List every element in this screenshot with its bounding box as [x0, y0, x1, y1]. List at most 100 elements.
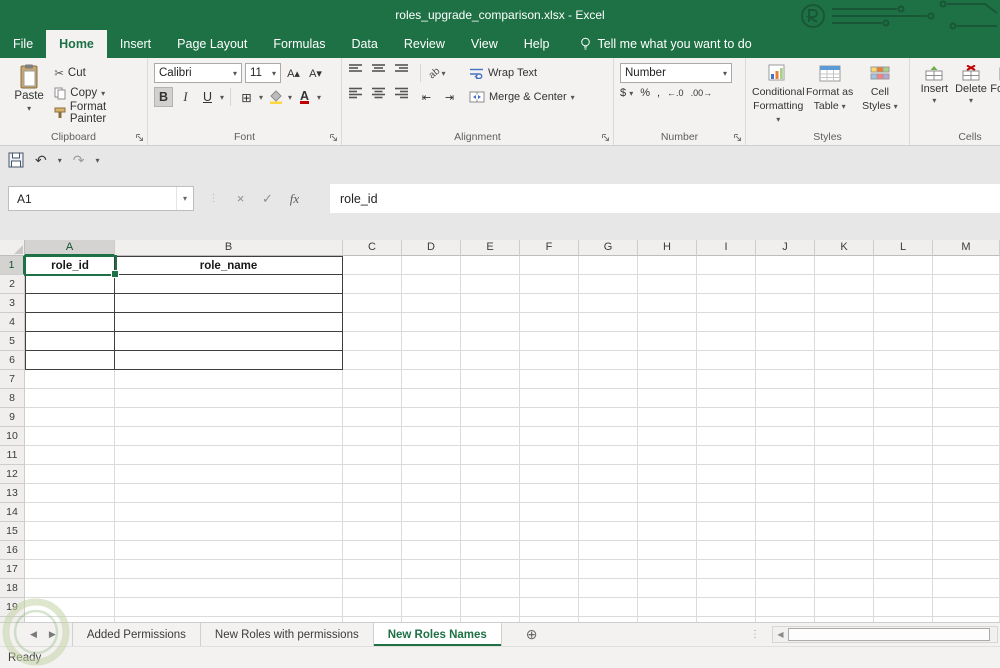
- cell-M18[interactable]: [933, 579, 1000, 598]
- cell-M4[interactable]: [933, 313, 1000, 332]
- cell-D2[interactable]: [402, 275, 461, 294]
- cell-E3[interactable]: [461, 294, 520, 313]
- tab-file[interactable]: File: [0, 30, 46, 58]
- cell-D6[interactable]: [402, 351, 461, 370]
- cell-D3[interactable]: [402, 294, 461, 313]
- cell-E10[interactable]: [461, 427, 520, 446]
- tab-data[interactable]: Data: [338, 30, 390, 58]
- decrease-font-size-button[interactable]: A▾: [306, 63, 325, 83]
- cell-M19[interactable]: [933, 598, 1000, 617]
- column-header-E[interactable]: E: [461, 240, 520, 256]
- tab-review[interactable]: Review: [391, 30, 458, 58]
- row-header-7[interactable]: 7: [0, 370, 25, 389]
- cell-H7[interactable]: [638, 370, 697, 389]
- cell-E12[interactable]: [461, 465, 520, 484]
- cell-K8[interactable]: [815, 389, 874, 408]
- cell-D16[interactable]: [402, 541, 461, 560]
- cell-I5[interactable]: [697, 332, 756, 351]
- cut-button[interactable]: ✂ Cut: [54, 63, 143, 83]
- cell-F14[interactable]: [520, 503, 579, 522]
- cell-B15[interactable]: [115, 522, 343, 541]
- cell-I15[interactable]: [697, 522, 756, 541]
- cell-I7[interactable]: [697, 370, 756, 389]
- cell-A12[interactable]: [25, 465, 115, 484]
- cell-J17[interactable]: [756, 560, 815, 579]
- cell-C1[interactable]: [343, 256, 402, 275]
- cell-F15[interactable]: [520, 522, 579, 541]
- cell-J16[interactable]: [756, 541, 815, 560]
- select-all-corner[interactable]: [0, 240, 25, 256]
- cell-C13[interactable]: [343, 484, 402, 503]
- tab-view[interactable]: View: [458, 30, 511, 58]
- cell-H18[interactable]: [638, 579, 697, 598]
- cell-K5[interactable]: [815, 332, 874, 351]
- cell-J9[interactable]: [756, 408, 815, 427]
- row-header-16[interactable]: 16: [0, 541, 25, 560]
- cell-H17[interactable]: [638, 560, 697, 579]
- cell-J2[interactable]: [756, 275, 815, 294]
- copy-button[interactable]: Copy ▾: [54, 83, 143, 103]
- cell-D15[interactable]: [402, 522, 461, 541]
- cell-K17[interactable]: [815, 560, 874, 579]
- cell-E2[interactable]: [461, 275, 520, 294]
- cell-B17[interactable]: [115, 560, 343, 579]
- sheet-tab-new-roles-names[interactable]: New Roles Names: [373, 623, 502, 646]
- cell-B13[interactable]: [115, 484, 343, 503]
- wrap-text-button[interactable]: Wrap Text: [469, 67, 537, 79]
- cell-C10[interactable]: [343, 427, 402, 446]
- cell-G10[interactable]: [579, 427, 638, 446]
- cell-G19[interactable]: [579, 598, 638, 617]
- cell-E18[interactable]: [461, 579, 520, 598]
- accounting-format-button[interactable]: $ ▾: [620, 87, 633, 99]
- align-middle-icon[interactable]: [371, 63, 390, 83]
- cell-A17[interactable]: [25, 560, 115, 579]
- cell-H6[interactable]: [638, 351, 697, 370]
- cell-M5[interactable]: [933, 332, 1000, 351]
- cell-I14[interactable]: [697, 503, 756, 522]
- cell-M12[interactable]: [933, 465, 1000, 484]
- cell-B12[interactable]: [115, 465, 343, 484]
- cell-A4[interactable]: [25, 313, 115, 332]
- increase-indent-button[interactable]: ⇥: [440, 87, 459, 107]
- cell-I17[interactable]: [697, 560, 756, 579]
- fill-color-dropdown-icon[interactable]: ▾: [288, 93, 292, 102]
- delete-cells-button[interactable]: Delete ▾: [953, 63, 990, 105]
- cell-G6[interactable]: [579, 351, 638, 370]
- confirm-entry-icon[interactable]: ✓: [254, 191, 281, 207]
- decrease-indent-button[interactable]: ⇤: [417, 87, 436, 107]
- cell-B6[interactable]: [115, 351, 343, 370]
- cell-J6[interactable]: [756, 351, 815, 370]
- cell-C16[interactable]: [343, 541, 402, 560]
- cell-L1[interactable]: [874, 256, 933, 275]
- row-header-13[interactable]: 13: [0, 484, 25, 503]
- cell-H11[interactable]: [638, 446, 697, 465]
- cell-G2[interactable]: [579, 275, 638, 294]
- column-header-H[interactable]: H: [638, 240, 697, 256]
- column-header-D[interactable]: D: [402, 240, 461, 256]
- cell-H12[interactable]: [638, 465, 697, 484]
- cell-M16[interactable]: [933, 541, 1000, 560]
- cell-M13[interactable]: [933, 484, 1000, 503]
- cell-A9[interactable]: [25, 408, 115, 427]
- cell-E8[interactable]: [461, 389, 520, 408]
- column-header-K[interactable]: K: [815, 240, 874, 256]
- cell-C17[interactable]: [343, 560, 402, 579]
- cell-A5[interactable]: [25, 332, 115, 351]
- percent-style-button[interactable]: %: [640, 87, 650, 99]
- cell-D11[interactable]: [402, 446, 461, 465]
- cell-M8[interactable]: [933, 389, 1000, 408]
- cell-J10[interactable]: [756, 427, 815, 446]
- cell-L13[interactable]: [874, 484, 933, 503]
- cell-H2[interactable]: [638, 275, 697, 294]
- cell-J7[interactable]: [756, 370, 815, 389]
- cell-B10[interactable]: [115, 427, 343, 446]
- number-format-combo[interactable]: Number ▾: [620, 63, 732, 83]
- row-header-6[interactable]: 6: [0, 351, 25, 370]
- column-header-L[interactable]: L: [874, 240, 933, 256]
- cell-H14[interactable]: [638, 503, 697, 522]
- name-box-dropdown-icon[interactable]: ▾: [175, 187, 193, 210]
- cell-G9[interactable]: [579, 408, 638, 427]
- row-header-4[interactable]: 4: [0, 313, 25, 332]
- clipboard-dialog-launcher-icon[interactable]: [135, 133, 144, 142]
- cell-G14[interactable]: [579, 503, 638, 522]
